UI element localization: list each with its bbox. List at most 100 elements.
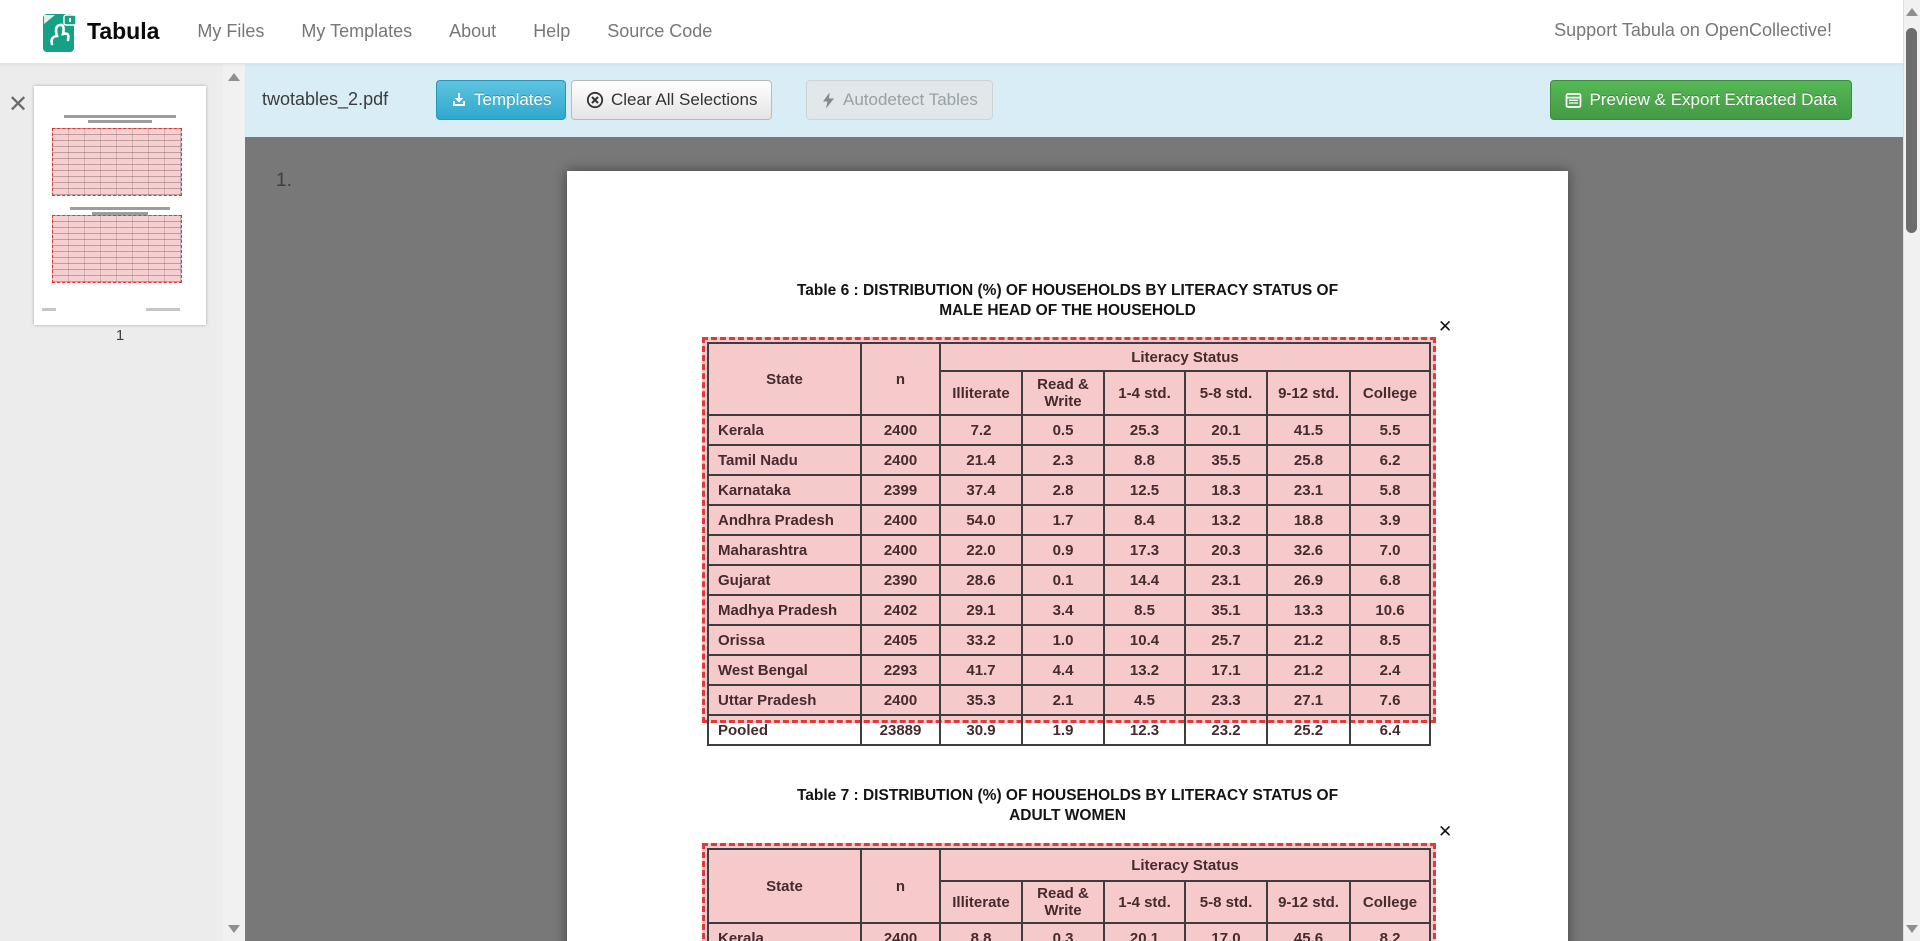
pdf-page: Table 6 : DISTRIBUTION (%) OF HOUSEHOLDS… xyxy=(567,171,1568,941)
templates-button[interactable]: Templates xyxy=(436,80,566,120)
table-cell: 54.0 xyxy=(940,505,1022,535)
table-cell: 2400 xyxy=(861,445,940,475)
table-cell: 18.8 xyxy=(1267,505,1350,535)
templates-button-label: Templates xyxy=(474,90,551,110)
table-cell: 23.3 xyxy=(1185,685,1267,715)
table-cell: 4.4 xyxy=(1022,655,1104,685)
table-cell: 18.3 xyxy=(1185,475,1267,505)
remove-circle-icon xyxy=(586,91,604,109)
table-cell: 28.6 xyxy=(940,565,1022,595)
thumb-title-line xyxy=(64,115,176,118)
nav-source-code[interactable]: Source Code xyxy=(607,21,712,42)
table-cell: 14.4 xyxy=(1104,565,1185,595)
table-cell: 1.0 xyxy=(1022,625,1104,655)
table-cell: 8.5 xyxy=(1350,625,1430,655)
table-cell: 2405 xyxy=(861,625,940,655)
table-cell: 3.9 xyxy=(1350,505,1430,535)
table-cell: 22.0 xyxy=(940,535,1022,565)
table-cell: 41.5 xyxy=(1267,415,1350,445)
brand-title[interactable]: Tabula xyxy=(87,18,159,45)
toolbar: twotables_2.pdf Templates Clear All Sele… xyxy=(245,63,1920,137)
thumbnail-page-number: 1 xyxy=(34,327,206,344)
column-header: State xyxy=(708,849,861,923)
table-cell: Andhra Pradesh xyxy=(708,505,861,535)
table-cell: 30.9 xyxy=(940,715,1022,745)
table-cell: Orissa xyxy=(708,625,861,655)
nav-my-templates[interactable]: My Templates xyxy=(301,21,412,42)
preview-export-label: Preview & Export Extracted Data xyxy=(1589,90,1837,110)
table-selection-2[interactable]: State n Literacy Status IlliterateRead &… xyxy=(702,843,1436,941)
column-header: College xyxy=(1350,371,1430,415)
autodetect-tables-button[interactable]: Autodetect Tables xyxy=(806,80,993,120)
table-cell: 33.2 xyxy=(940,625,1022,655)
table-cell: 8.5 xyxy=(1104,595,1185,625)
table-cell: 13.2 xyxy=(1185,505,1267,535)
page-number-label: 1. xyxy=(276,170,292,192)
table-cell: 17.1 xyxy=(1185,655,1267,685)
sidebar-scrollbar[interactable] xyxy=(223,63,245,941)
column-header: 1-4 std. xyxy=(1104,371,1185,415)
selection2-close-icon[interactable]: ✕ xyxy=(1438,823,1452,840)
table-cell: 26.9 xyxy=(1267,565,1350,595)
tabula-logo-icon[interactable] xyxy=(42,11,78,53)
table7-title-line1: Table 7 : DISTRIBUTION (%) OF HOUSEHOLDS… xyxy=(567,786,1568,806)
table-row: Tamil Nadu240021.42.38.835.525.86.2 xyxy=(708,445,1430,475)
window-scrollbar[interactable] xyxy=(1903,0,1920,941)
table7-title-line2: ADULT WOMEN xyxy=(567,806,1568,826)
table-selection-1[interactable]: State n Literacy Status IlliterateRead &… xyxy=(702,337,1436,723)
thumb-title-line xyxy=(70,207,170,210)
selection1-close-icon[interactable]: ✕ xyxy=(1438,318,1452,335)
support-link[interactable]: Support Tabula on OpenCollective! xyxy=(1554,20,1832,41)
table-row: Andhra Pradesh240054.01.78.413.218.83.9 xyxy=(708,505,1430,535)
table-cell: 8.8 xyxy=(1104,445,1185,475)
column-header: n xyxy=(861,849,940,923)
table-cell: 23.1 xyxy=(1185,565,1267,595)
column-header: College xyxy=(1350,881,1430,923)
nav-about[interactable]: About xyxy=(449,21,496,42)
page-thumbnail[interactable] xyxy=(34,86,206,325)
nav-my-files[interactable]: My Files xyxy=(197,21,264,42)
table6-title-line1: Table 6 : DISTRIBUTION (%) OF HOUSEHOLDS… xyxy=(567,281,1568,301)
scroll-up-icon[interactable] xyxy=(228,73,240,81)
table-cell: Kerala xyxy=(708,923,861,941)
scroll-down-icon[interactable] xyxy=(1906,925,1918,933)
table-cell: 3.4 xyxy=(1022,595,1104,625)
table-cell: 25.2 xyxy=(1267,715,1350,745)
table-cell: Karnataka xyxy=(708,475,861,505)
scrollbar-thumb[interactable] xyxy=(1906,28,1917,233)
lock-icon xyxy=(64,11,76,25)
table6: State n Literacy Status IlliterateRead &… xyxy=(707,342,1431,746)
table-cell: 6.4 xyxy=(1350,715,1430,745)
table-cell: 2.3 xyxy=(1022,445,1104,475)
table-cell: 35.3 xyxy=(940,685,1022,715)
column-header: 1-4 std. xyxy=(1104,881,1185,923)
close-file-icon[interactable]: ✕ xyxy=(8,93,28,117)
table-row: Orissa240533.21.010.425.721.28.5 xyxy=(708,625,1430,655)
clear-all-selections-label: Clear All Selections xyxy=(611,90,757,110)
table-cell: Madhya Pradesh xyxy=(708,595,861,625)
table-cell: 20.1 xyxy=(1185,415,1267,445)
nav-help[interactable]: Help xyxy=(533,21,570,42)
tabula-app: Tabula My Files My Templates About Help … xyxy=(0,0,1920,941)
thumb-title-line xyxy=(88,120,152,123)
table-cell: 45.6 xyxy=(1267,923,1350,941)
table-cell: 27.1 xyxy=(1267,685,1350,715)
table-cell: 25.7 xyxy=(1185,625,1267,655)
table-cell: 2.1 xyxy=(1022,685,1104,715)
column-header: Read & Write xyxy=(1022,371,1104,415)
scroll-up-icon[interactable] xyxy=(1906,8,1918,16)
table7: State n Literacy Status IlliterateRead &… xyxy=(707,848,1431,941)
table-cell: 1.9 xyxy=(1022,715,1104,745)
preview-export-button[interactable]: Preview & Export Extracted Data xyxy=(1550,80,1852,120)
clear-all-selections-button[interactable]: Clear All Selections xyxy=(571,80,772,120)
thumb-selection-1 xyxy=(52,128,182,196)
table-cell: 1.7 xyxy=(1022,505,1104,535)
save-icon xyxy=(451,92,467,108)
table6-title-line2: MALE HEAD OF THE HOUSEHOLD xyxy=(567,301,1568,321)
table-cell: 23.2 xyxy=(1185,715,1267,745)
scroll-down-icon[interactable] xyxy=(228,925,240,933)
table-cell: 32.6 xyxy=(1267,535,1350,565)
table-cell: 12.3 xyxy=(1104,715,1185,745)
table-cell: 17.3 xyxy=(1104,535,1185,565)
table-cell: 23889 xyxy=(861,715,940,745)
